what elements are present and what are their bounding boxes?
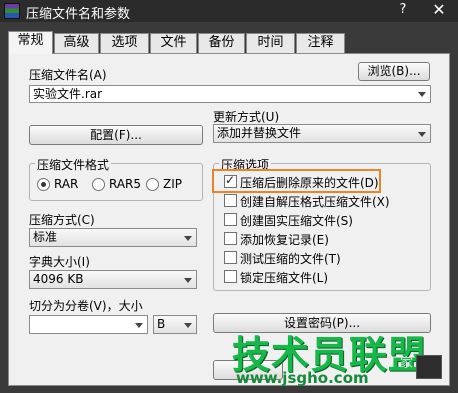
close-button[interactable]: ✕ (420, 0, 458, 21)
tab-files[interactable]: 文件 (150, 33, 197, 53)
dictionary-size-label: 字典大小(I) (29, 255, 90, 269)
split-volumes-input[interactable] (29, 315, 148, 334)
solid-label[interactable]: 创建固实压缩文件(S) (240, 212, 353, 229)
tab-comment[interactable]: 注释 (296, 33, 345, 53)
tab-time[interactable]: 时间 (246, 33, 295, 53)
side-glyph: 家 (400, 356, 414, 371)
test-checkbox[interactable] (224, 251, 237, 264)
profiles-button[interactable]: 配置(F)... (29, 125, 203, 145)
chevron-down-icon[interactable] (418, 92, 426, 97)
rar5-label[interactable]: RAR5 (109, 177, 141, 191)
browse-button[interactable]: 浏览(B)... (358, 62, 430, 81)
solid-checkbox[interactable] (224, 213, 237, 226)
archive-name-input[interactable]: 实验文件.rar (29, 85, 431, 103)
rar5-radio[interactable] (92, 178, 105, 191)
rar-radio[interactable] (37, 178, 50, 191)
watermark-url: www.jsgho.com (236, 369, 369, 387)
tab-backup[interactable]: 备份 (198, 33, 245, 53)
archive-name-label: 压缩文件名(A) (29, 68, 107, 82)
tab-advanced[interactable]: 高级 (54, 33, 99, 53)
delete-after-checkbox[interactable] (224, 173, 237, 188)
chevron-down-icon[interactable] (135, 322, 143, 328)
compression-method-value: 标准 (33, 230, 58, 244)
lock-checkbox[interactable] (224, 270, 237, 283)
side-button[interactable] (416, 355, 442, 379)
help-button[interactable]: ? (388, 0, 418, 21)
compression-method-select[interactable]: 标准 (29, 228, 197, 247)
recovery-checkbox[interactable] (224, 232, 237, 245)
chevron-down-icon[interactable] (184, 277, 192, 283)
dictionary-size-select[interactable]: 4096 KB (29, 270, 197, 289)
split-unit-value: B (157, 317, 166, 331)
delete-after-label[interactable]: 压缩后删除原来的文件(D) (240, 174, 379, 191)
tab-general[interactable]: 常规 (8, 31, 53, 54)
compression-method-label: 压缩方式(C) (29, 213, 95, 227)
zip-radio[interactable] (146, 178, 159, 191)
chevron-down-icon[interactable] (184, 322, 192, 328)
chevron-down-icon[interactable] (418, 131, 426, 137)
update-mode-label: 更新方式(U) (213, 110, 280, 124)
dictionary-size-value: 4096 KB (33, 272, 84, 286)
sfx-label[interactable]: 创建自解压格式压缩文件(X) (240, 193, 390, 210)
zip-label[interactable]: ZIP (163, 177, 182, 191)
archive-format-title: 压缩文件格式 (35, 156, 112, 173)
split-volumes-label: 切分为分卷(V)，大小 (29, 299, 143, 313)
rar-label[interactable]: RAR (54, 177, 78, 191)
test-label[interactable]: 测试压缩的文件(T) (240, 250, 341, 267)
update-mode-select[interactable]: 添加并替换文件 (213, 124, 431, 143)
recovery-label[interactable]: 添加恢复记录(E) (240, 231, 329, 248)
winrar-app-icon (4, 3, 20, 19)
title-bar: 压缩文件名和参数 ? ✕ (0, 0, 458, 22)
sfx-checkbox[interactable] (224, 194, 237, 207)
update-mode-value: 添加并替换文件 (217, 126, 302, 140)
chevron-down-icon[interactable] (184, 235, 192, 241)
split-unit-select[interactable]: B (153, 315, 197, 334)
lock-label[interactable]: 锁定压缩文件(L) (240, 269, 328, 286)
window-title: 压缩文件名和参数 (26, 7, 131, 22)
archive-name-value: 实验文件.rar (33, 87, 103, 101)
tab-options[interactable]: 选项 (100, 33, 149, 53)
